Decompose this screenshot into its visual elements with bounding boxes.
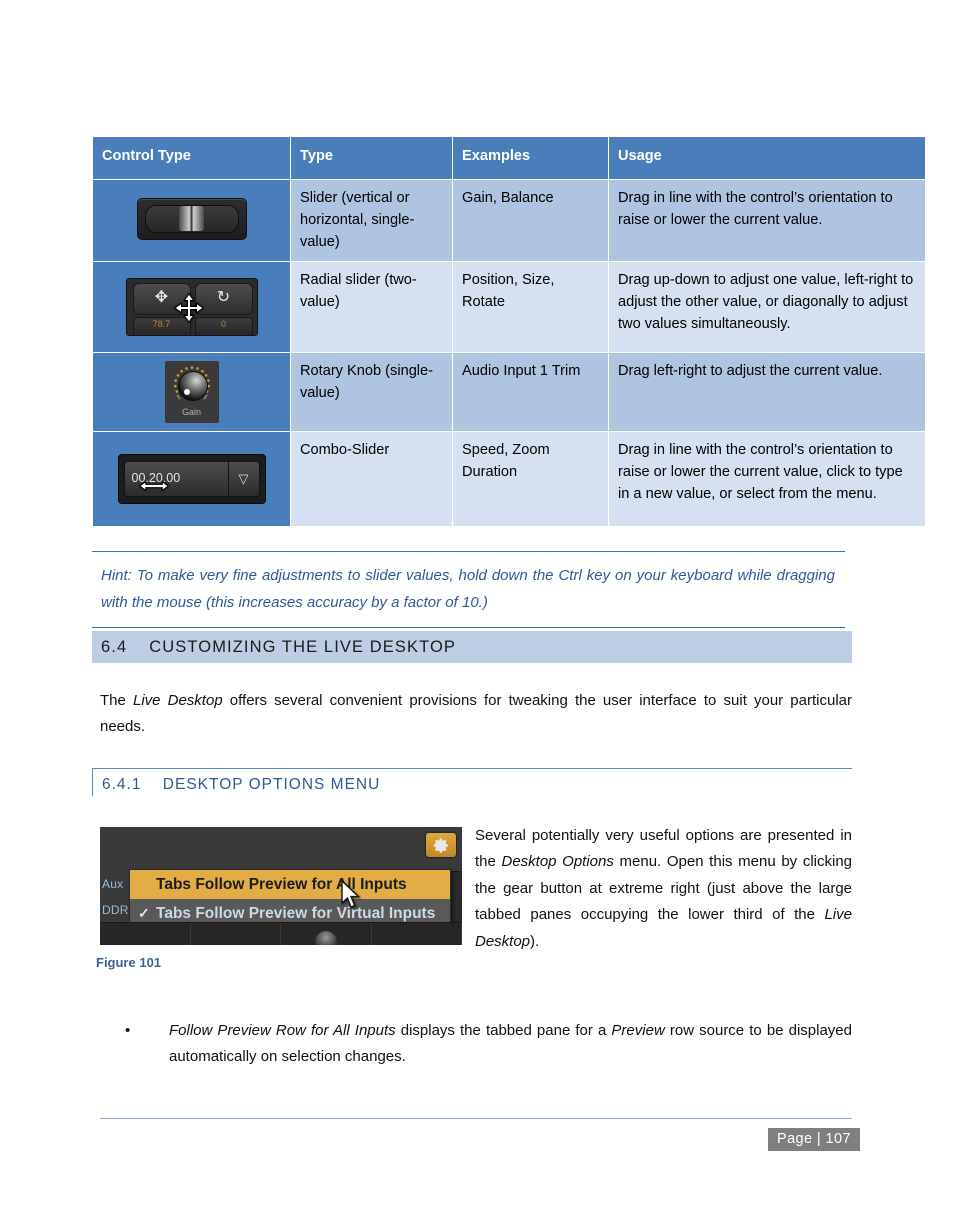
column-header-type: Type — [290, 136, 453, 180]
figure-side-paragraph: Several potentially very useful options … — [475, 823, 852, 955]
horizontal-resize-cursor-icon — [138, 480, 169, 491]
control-art-cell-combo: 00.20.00 ▽ — [92, 430, 291, 527]
figure-bottom-strip — [100, 922, 462, 945]
menu-item-label: Tabs Follow Preview for Virtual Inputs — [156, 904, 436, 922]
cell-usage: Drag up-down to adjust one value, left-r… — [608, 260, 926, 353]
cell-usage: Drag in line with the control’s orientat… — [608, 430, 926, 527]
mouse-pointer-icon — [341, 880, 361, 908]
bullet-text: Follow Preview Row for All Inputs displa… — [169, 1018, 852, 1070]
strip-cell — [100, 923, 191, 945]
combo-dropdown-arrow-icon: ▽ — [228, 460, 260, 497]
cell-usage: Drag in line with the control’s orientat… — [608, 179, 926, 262]
figpara-emphasis-desktop-options: Desktop Options — [501, 853, 614, 871]
table-header-row: Control Type Type Examples Usage — [92, 136, 926, 180]
column-header-examples: Examples — [452, 136, 609, 180]
menu-item-label: Tabs Follow Preview for All Inputs — [156, 875, 407, 893]
control-art-cell-knob: Gain — [92, 351, 291, 432]
section-heading-6-4-1: 6.4.1 DESKTOP OPTIONS MENU — [92, 768, 852, 796]
cell-type: Combo-Slider — [290, 430, 453, 527]
combo-slider-widget: 00.20.00 ▽ — [117, 453, 266, 504]
intro-paragraph: The Live Desktop offers several convenie… — [100, 688, 852, 740]
hint-callout: Hint: To make very fine adjustments to s… — [92, 551, 845, 629]
slider-thumb — [178, 206, 204, 231]
intro-text-1: The — [100, 692, 133, 709]
column-header-usage: Usage — [608, 136, 926, 180]
table-row: ✥ ↻ 78.7 0 Radial slider (two-value) Pos… — [92, 260, 926, 353]
cell-examples: Gain, Balance — [452, 179, 609, 262]
cell-type: Radial slider (two-value) — [290, 260, 453, 353]
bullet-emphasis-follow-preview-row: Follow Preview Row for All Inputs — [169, 1022, 396, 1039]
table-row: 00.20.00 ▽ Combo-Slider Speed, Zoom Dura… — [92, 430, 926, 527]
bullet-list-item: • Follow Preview Row for All Inputs disp… — [100, 1018, 852, 1070]
cell-type: Rotary Knob (single-value) — [290, 351, 453, 432]
slider-track — [144, 205, 239, 233]
cell-examples: Position, Size, Rotate — [452, 260, 609, 353]
footer-divider — [100, 1118, 852, 1120]
intro-emphasis-live-desktop: Live Desktop — [132, 692, 223, 709]
cell-type: Slider (vertical or horizontal, single-v… — [290, 179, 453, 262]
strip-cell — [191, 923, 281, 945]
check-icon: ✓ — [138, 905, 150, 921]
table-row: Gain Rotary Knob (single-value) Audio In… — [92, 351, 926, 432]
bullet-text-1: displays the tabbed pane for a — [395, 1022, 612, 1039]
cell-examples: Audio Input 1 Trim — [452, 351, 609, 432]
combo-value-field: 00.20.00 — [123, 460, 229, 497]
control-art-cell-slider — [92, 179, 291, 262]
figpara-text-3: ). — [530, 932, 540, 950]
move-cursor-icon — [173, 292, 204, 323]
figure-toolbar — [100, 827, 462, 872]
column-header-control-type: Control Type — [92, 136, 291, 180]
control-types-table: Control Type Type Examples Usage Slider … — [92, 136, 926, 527]
table-row: Slider (vertical or horizontal, single-v… — [92, 179, 926, 262]
strip-cell — [372, 923, 462, 945]
radial-slider-widget: ✥ ↻ 78.7 0 — [125, 277, 258, 336]
knob-dial — [172, 365, 212, 405]
control-art-cell-radial: ✥ ↻ 78.7 0 — [92, 260, 291, 353]
strip-cell — [281, 923, 372, 945]
strip-knob-icon — [314, 931, 337, 945]
menu-item-tabs-follow-preview-all-inputs[interactable]: Tabs Follow Preview for All Inputs — [130, 870, 450, 899]
section-number: 6.4 — [101, 637, 128, 656]
bullet-marker: • — [125, 1022, 131, 1039]
subsection-title: DESKTOP OPTIONS MENU — [162, 776, 381, 793]
page-number-badge: Page | 107 — [768, 1128, 860, 1151]
desktop-options-menu: Tabs Follow Preview for All Inputs ✓ Tab… — [129, 869, 451, 929]
rotary-knob-widget: Gain — [164, 360, 219, 423]
cell-usage: Drag left-right to adjust the current va… — [608, 351, 926, 432]
knob-label: Gain — [181, 406, 201, 417]
gear-glyph — [433, 837, 448, 853]
subsection-number: 6.4.1 — [102, 776, 142, 793]
section-title: CUSTOMIZING THE LIVE DESKTOP — [149, 637, 457, 656]
gear-icon[interactable] — [426, 833, 456, 857]
knob-body — [177, 370, 208, 401]
knob-indicator-dot — [183, 388, 190, 395]
horizontal-slider-widget — [136, 198, 247, 240]
figure-caption: Figure 101 — [96, 955, 162, 970]
bullet-emphasis-preview: Preview — [611, 1022, 665, 1039]
figure-desktop-options-menu: Aux DDR Tabs Follow Preview for All Inpu… — [100, 827, 462, 945]
cell-examples: Speed, Zoom Duration — [452, 430, 609, 527]
section-heading-6-4: 6.4 CUSTOMIZING THE LIVE DESKTOP — [92, 631, 852, 663]
